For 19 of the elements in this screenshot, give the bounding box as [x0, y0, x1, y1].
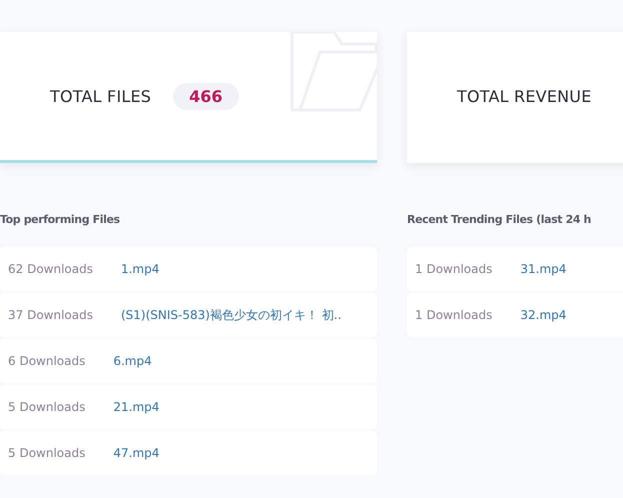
download-count: 6 Downloads	[8, 354, 86, 368]
file-link[interactable]: 6.mp4	[113, 354, 152, 368]
section-title: Recent Trending Files (last 24 h	[407, 213, 592, 226]
download-count: 1 Downloads	[415, 308, 492, 322]
file-link[interactable]: 31.mp4	[520, 262, 566, 276]
file-link[interactable]: 21.mp4	[113, 400, 160, 414]
download-count: 62 Downloads	[8, 262, 93, 276]
download-count: 5 Downloads	[8, 446, 86, 460]
download-count: 37 Downloads	[8, 308, 93, 322]
stat-label: TOTAL FILES	[50, 86, 152, 106]
file-link[interactable]: 47.mp4	[113, 446, 160, 460]
section-title: Top performing Files	[0, 213, 121, 226]
stat-label: TOTAL REVENUE	[457, 86, 592, 106]
stat-value: 466	[173, 82, 239, 110]
file-link[interactable]: (S1)(SNIS-583)褐色少女の初イキ！ 初..	[120, 306, 342, 324]
download-count: 1 Downloads	[415, 262, 492, 276]
file-link[interactable]: 1.mp4	[120, 262, 160, 276]
download-count: 5 Downloads	[8, 400, 86, 414]
file-link[interactable]: 32.mp4	[520, 308, 566, 322]
